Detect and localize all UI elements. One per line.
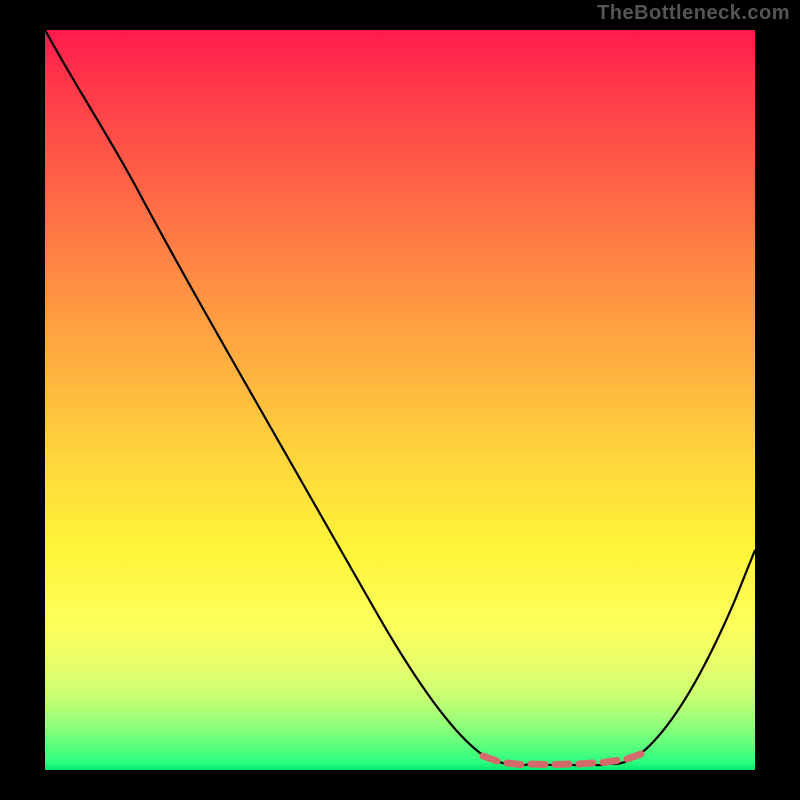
marker-seg-1 xyxy=(483,756,497,761)
optimal-zone-markers xyxy=(483,754,641,765)
marker-seg-4 xyxy=(555,764,569,765)
marker-seg-2 xyxy=(507,763,521,765)
marker-seg-7 xyxy=(627,754,641,759)
plot-area xyxy=(45,30,755,770)
watermark-text: TheBottleneck.com xyxy=(597,2,790,25)
marker-seg-3 xyxy=(531,764,545,765)
chart-frame: TheBottleneck.com xyxy=(0,0,800,800)
marker-seg-6 xyxy=(603,761,617,763)
bottleneck-curve-svg xyxy=(45,30,755,770)
bottleneck-curve-path xyxy=(45,30,755,766)
marker-seg-5 xyxy=(579,763,593,764)
